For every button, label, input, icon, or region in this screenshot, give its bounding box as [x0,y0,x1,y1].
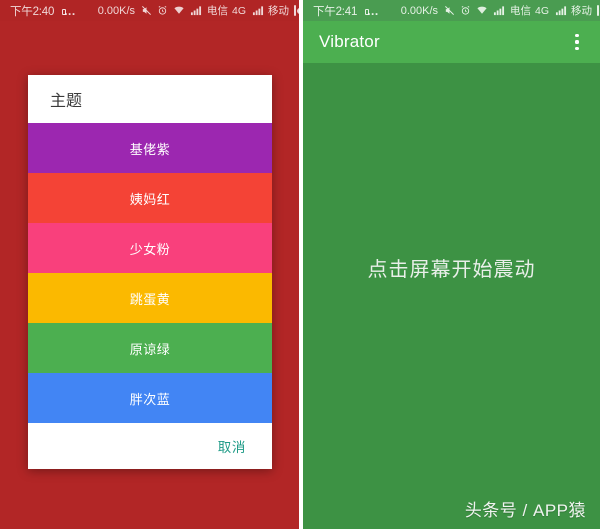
network-speed: 0.00K/s [97,4,136,17]
theme-option-purple[interactable]: 基佬紫 [28,123,272,173]
theme-option-yellow[interactable]: 跳蛋黄 [28,273,272,323]
theme-option-label: 少女粉 [129,241,171,257]
alarm-clock-icon [460,5,471,16]
carrier-name-secondary: 移动 [571,5,593,17]
battery-icon [294,5,299,16]
dialog-title: 主题 [28,75,272,123]
right-phone-screen: 下午2:41 ... 0.00K/s 电信 4G 移动 Vibrator 点击屏… [303,0,600,529]
network-type: 4G [535,4,550,17]
alarm-clock-icon [157,5,168,16]
app-title: Vibrator [319,32,380,51]
carrier-name-primary: 电信 [207,5,229,17]
signal-bars-icon [190,5,202,16]
theme-dialog: 主题 基佬紫 姨妈红 少女粉 跳蛋黄 原谅绿 胖次蓝 取消 [28,75,272,469]
theme-option-blue[interactable]: 胖次蓝 [28,373,272,423]
theme-option-label: 原谅绿 [129,341,171,357]
wifi-icon [173,5,185,16]
mute-icon [444,5,455,16]
theme-option-label: 基佬紫 [129,141,171,157]
theme-option-label: 跳蛋黄 [129,291,171,307]
status-icon-group [141,5,202,16]
status-icon-group-secondary [252,5,264,16]
theme-option-green[interactable]: 原谅绿 [28,323,272,373]
overflow-menu-icon[interactable] [568,32,586,52]
screenshot-root: 下午2:40 ... 0.00K/s 电信 4G 移动 主题 基佬紫 姨妈红 少… [0,0,600,529]
signal-bars-icon [555,5,567,16]
right-status-bar: 下午2:41 ... 0.00K/s 电信 4G 移动 [303,0,600,21]
mute-icon [141,5,152,16]
cancel-button[interactable]: 取消 [214,430,250,462]
status-icon-group [444,5,505,16]
dialog-action-bar: 取消 [28,423,272,469]
carrier-name-primary: 电信 [510,5,532,17]
status-time: 下午2:40 [10,5,55,18]
wifi-icon [476,5,488,16]
theme-option-red[interactable]: 姨妈红 [28,173,272,223]
left-phone-screen: 下午2:40 ... 0.00K/s 电信 4G 移动 主题 基佬紫 姨妈红 少… [0,0,299,529]
vibrate-hint-text: 点击屏幕开始震动 [367,259,536,281]
signal-bars-icon [252,5,264,16]
status-icon-group-secondary [555,5,567,16]
network-type: 4G [232,4,247,17]
status-time: 下午2:41 [313,5,358,18]
right-app-bar: Vibrator [303,21,600,63]
left-status-bar: 下午2:40 ... 0.00K/s 电信 4G 移动 [0,0,299,21]
theme-option-label: 胖次蓝 [129,391,171,407]
network-speed: 0.00K/s [400,4,439,17]
signal-bars-icon [493,5,505,16]
carrier-name-secondary: 移动 [268,5,290,17]
theme-option-list: 基佬紫 姨妈红 少女粉 跳蛋黄 原谅绿 胖次蓝 [28,123,272,423]
battery-icon [597,5,600,16]
vibrate-touch-area[interactable]: 点击屏幕开始震动 头条号 / APP猿 [303,63,600,529]
theme-option-pink[interactable]: 少女粉 [28,223,272,273]
theme-option-label: 姨妈红 [129,191,171,207]
watermark: 头条号 / APP猿 [464,501,586,520]
